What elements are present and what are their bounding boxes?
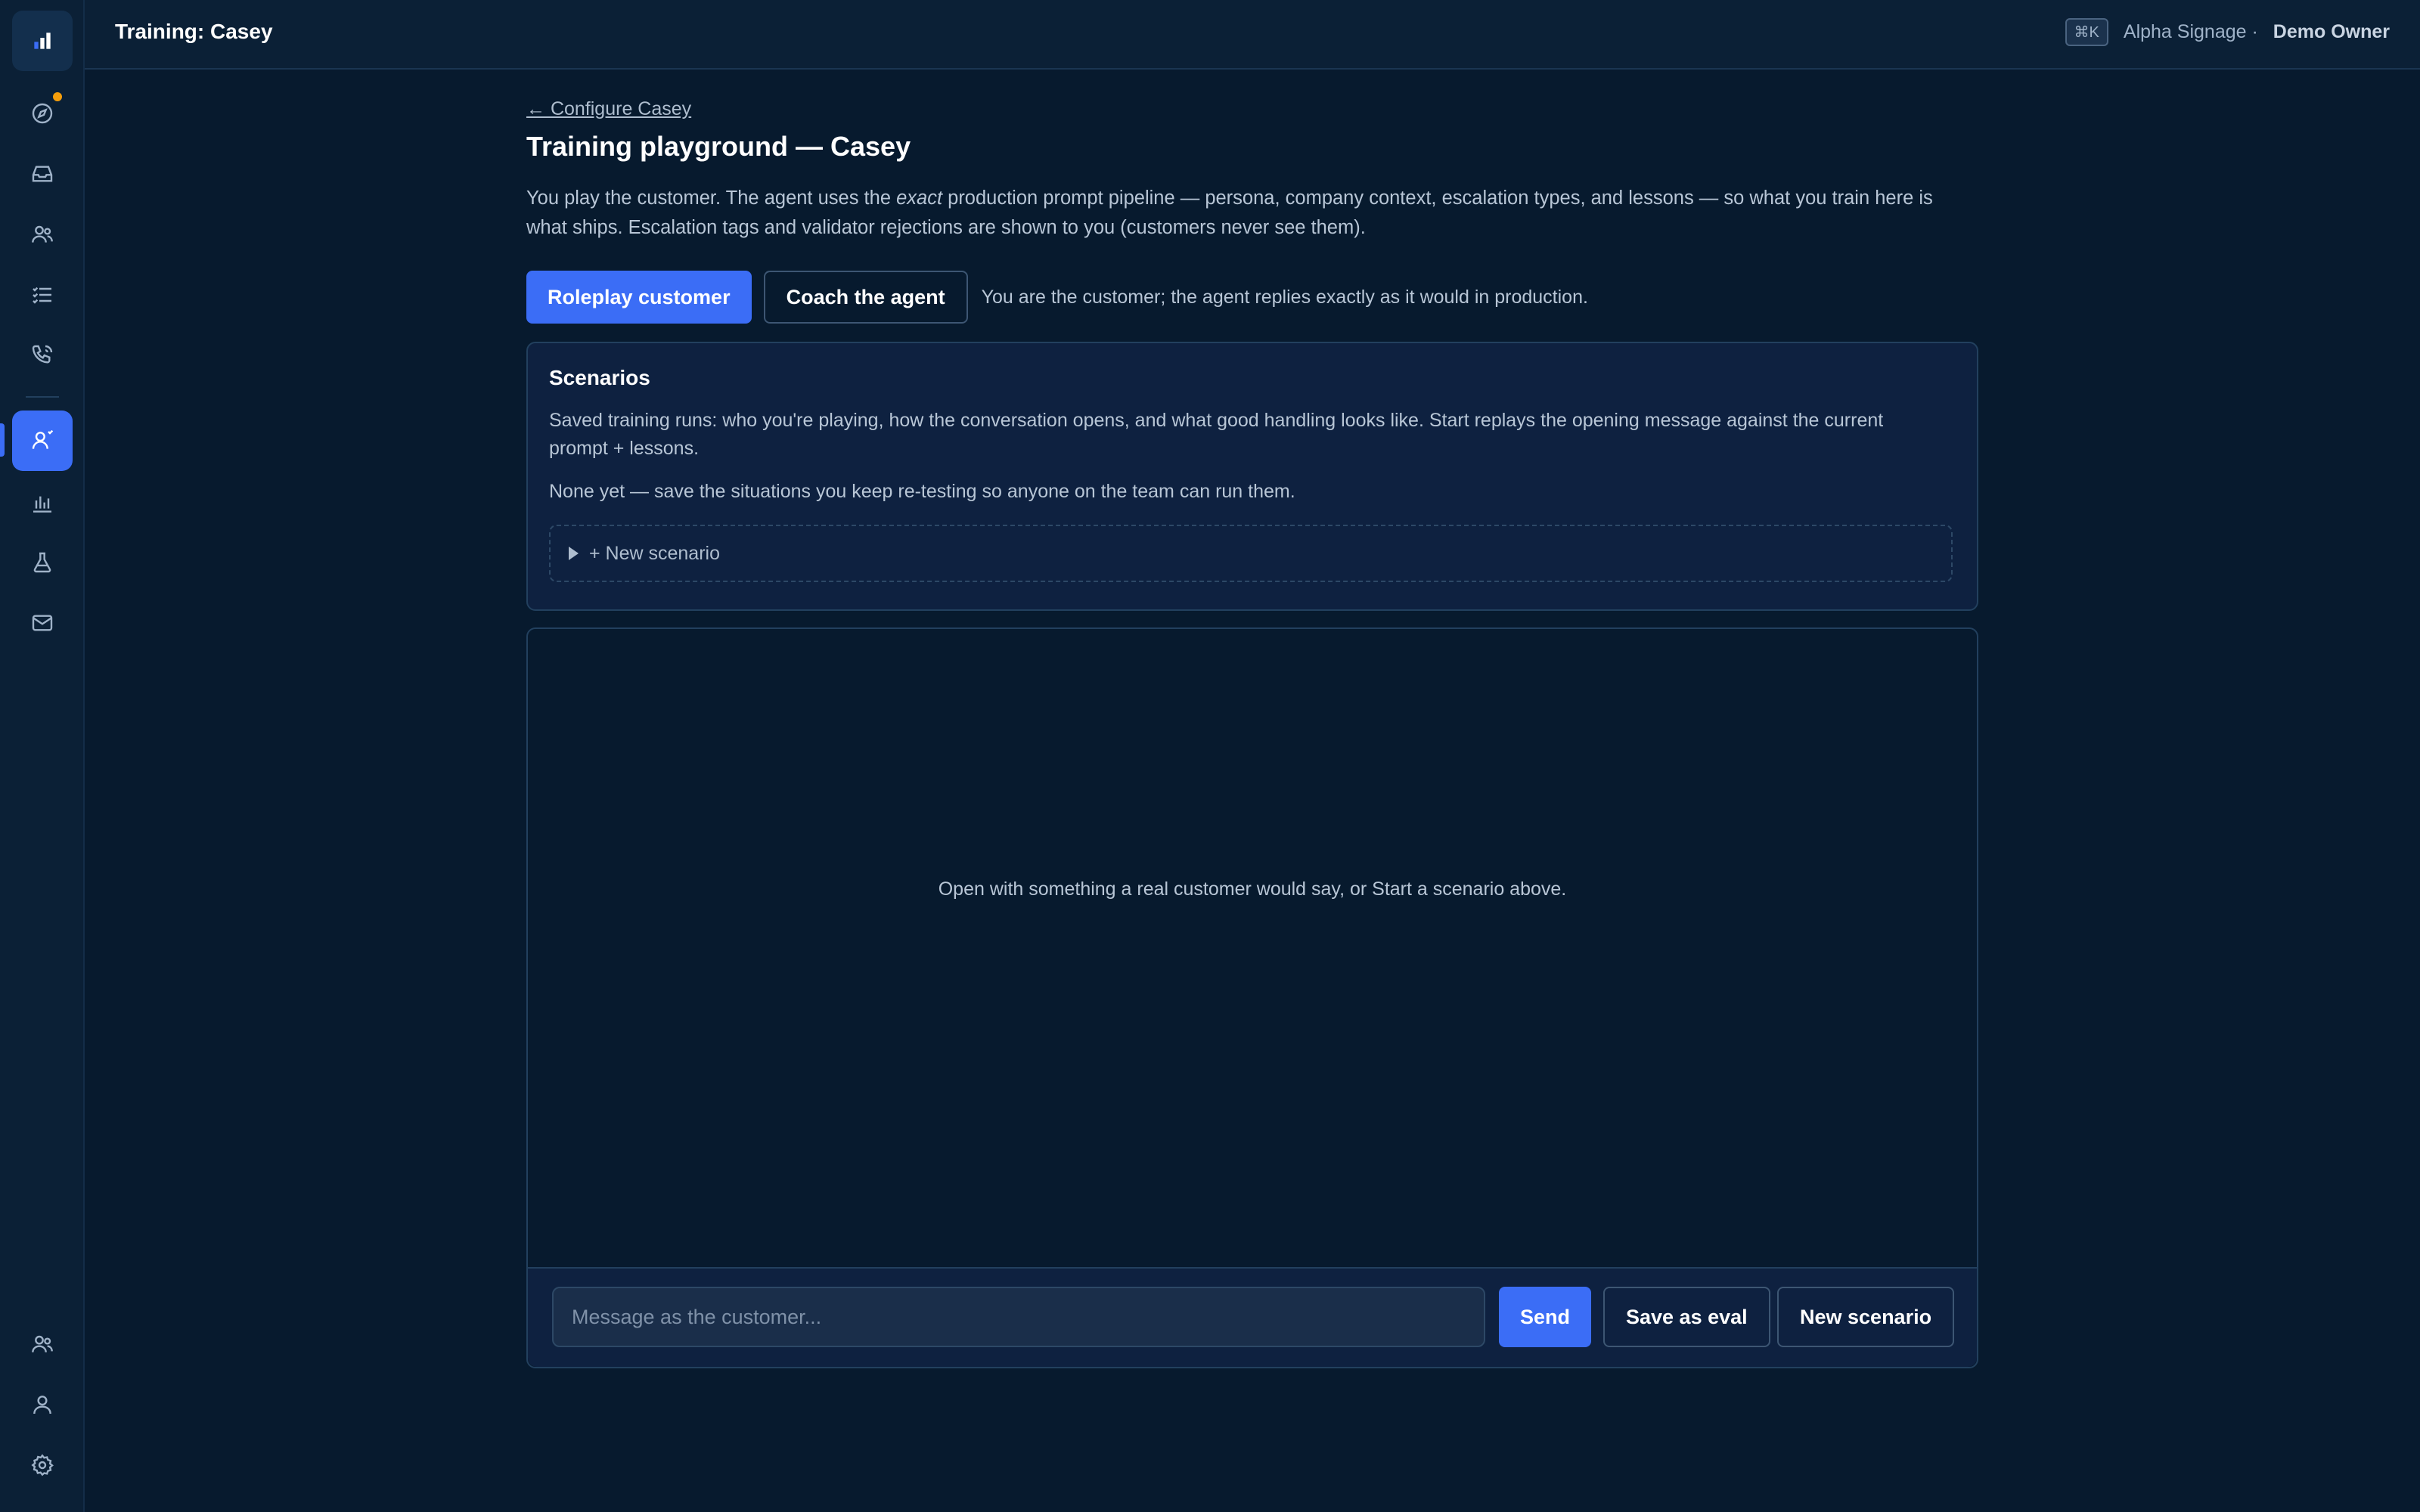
new-scenario-disclosure[interactable]: + New scenario <box>549 525 1953 582</box>
users-icon[interactable] <box>12 204 73 265</box>
save-as-eval-button[interactable]: Save as eval <box>1603 1287 1770 1347</box>
mail-icon[interactable] <box>12 593 73 653</box>
list-checks-icon[interactable] <box>12 265 73 325</box>
mode-toggle: Roleplay customer Coach the agent You ar… <box>526 271 1588 324</box>
scenarios-empty-text: None yet — save the situations you keep … <box>549 481 1295 502</box>
intro-text: You play the customer. The agent uses th… <box>526 184 1978 243</box>
inbox-icon[interactable] <box>12 144 73 204</box>
user-name[interactable]: Demo Owner <box>2273 21 2390 43</box>
new-scenario-label: + New scenario <box>589 542 720 564</box>
org-name[interactable]: Alpha Signage · <box>2124 21 2258 43</box>
user-training-icon[interactable] <box>12 411 73 471</box>
scenarios-description: Saved training runs: who you're playing,… <box>549 410 1884 459</box>
page-title: Training playground — Casey <box>526 131 911 162</box>
command-palette-shortcut[interactable]: ⌘K <box>2065 18 2108 46</box>
back-link[interactable]: ← Configure Casey <box>526 98 691 119</box>
app-logo-icon[interactable] <box>12 11 73 71</box>
intro-text-start: You play the customer. The agent uses th… <box>526 187 897 209</box>
send-button[interactable]: Send <box>1499 1287 1592 1347</box>
settings-icon[interactable] <box>12 1435 73 1495</box>
message-input[interactable] <box>552 1287 1485 1347</box>
top-bar: Training: Casey ⌘K Alpha Signage · Demo … <box>85 0 2420 70</box>
analytics-icon[interactable] <box>12 473 73 534</box>
flask-icon[interactable] <box>12 532 73 593</box>
expand-triangle-icon <box>569 547 579 560</box>
main-content: ← Configure Casey Training playground — … <box>526 98 1978 1368</box>
top-bar-right: ⌘K Alpha Signage · Demo Owner <box>2065 18 2390 46</box>
app-root: Training: Casey ⌘K Alpha Signage · Demo … <box>0 0 2420 1512</box>
compass-icon[interactable] <box>12 83 73 144</box>
sidebar <box>0 0 85 1512</box>
intro-emphasis: exact <box>896 187 943 209</box>
mode-description: You are the customer; the agent replies … <box>981 286 1588 308</box>
new-scenario-button[interactable]: New scenario <box>1777 1287 1955 1347</box>
page-header-title: Training: Casey <box>115 20 273 43</box>
coach-agent-button[interactable]: Coach the agent <box>763 271 968 324</box>
active-indicator <box>0 423 5 457</box>
user-icon[interactable] <box>12 1374 73 1435</box>
sidebar-divider <box>26 396 59 398</box>
notification-badge <box>53 92 62 101</box>
scenarios-title: Scenarios <box>549 366 650 389</box>
phone-call-icon[interactable] <box>12 325 73 386</box>
message-composer: Send Save as eval New scenario <box>528 1267 1977 1367</box>
chat-empty-state: Open with something a real customer woul… <box>938 878 1567 900</box>
chat-panel: Open with something a real customer woul… <box>526 627 1978 1368</box>
scenarios-panel: Scenarios Saved training runs: who you'r… <box>526 342 1978 611</box>
team-icon[interactable] <box>12 1314 73 1374</box>
roleplay-customer-button[interactable]: Roleplay customer <box>526 271 752 324</box>
